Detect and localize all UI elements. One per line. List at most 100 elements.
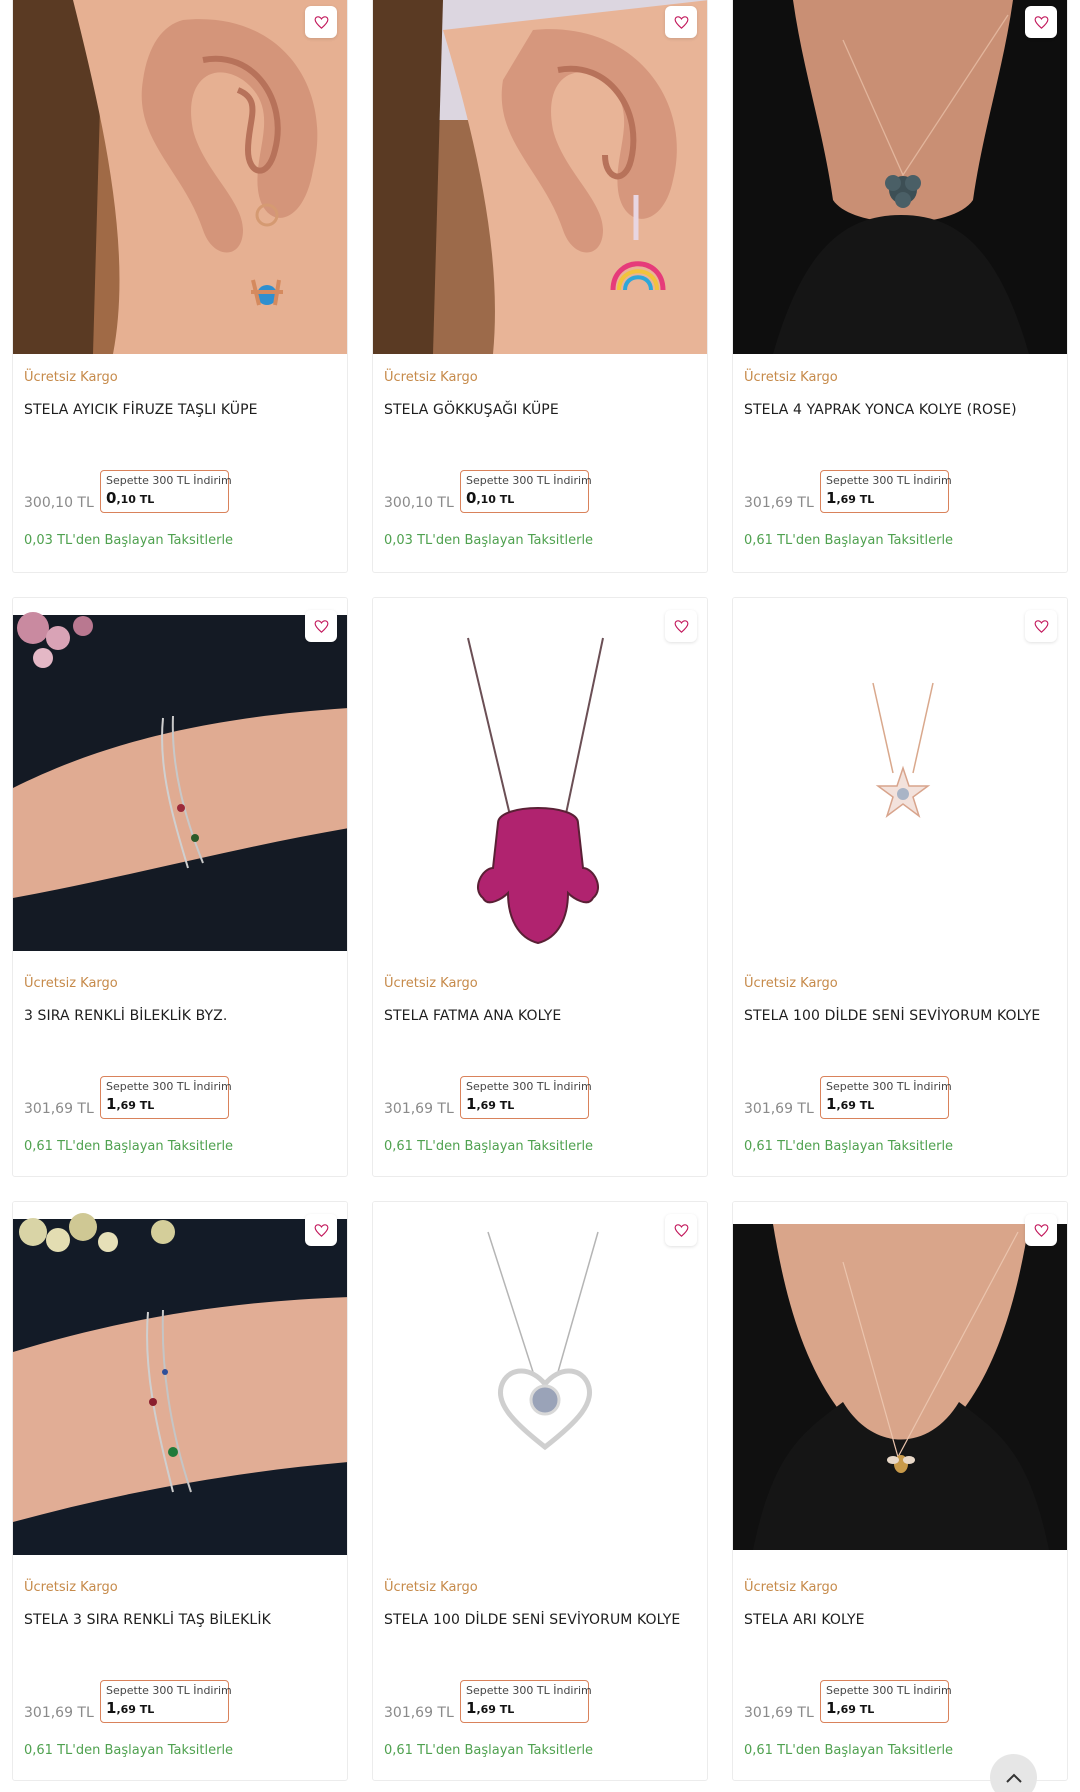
product-card[interactable]: Ücretsiz Kargo STELA FATMA ANA KOLYE 301… <box>372 597 708 1177</box>
basket-discount-badge: Sepette 300 TL İndirim 0,10 TL <box>100 470 232 513</box>
favorite-button[interactable] <box>305 610 337 642</box>
list-price: 301,69 TL <box>384 1101 454 1117</box>
basket-discount-label: Sepette 300 TL İndirim <box>106 474 232 487</box>
basket-discount-label: Sepette 300 TL İndirim <box>826 1080 952 1093</box>
favorite-button[interactable] <box>1025 1214 1057 1246</box>
basket-discount-badge: Sepette 300 TL İndirim 1,69 TL <box>460 1680 592 1723</box>
product-card[interactable]: Ücretsiz Kargo STELA ARI KOLYE 301,69 TL… <box>732 1201 1068 1781</box>
basket-price: 1,69 TL <box>466 1698 583 1720</box>
basket-price-main: 1 <box>466 1095 477 1113</box>
product-title[interactable]: STELA 100 DİLDE SENİ SEVİYORUM KOLYE <box>384 1612 696 1628</box>
basket-price-rest: ,10 TL <box>116 493 155 506</box>
product-image[interactable] <box>373 598 707 957</box>
free-shipping-label: Ücretsiz Kargo <box>384 1580 478 1595</box>
favorite-button[interactable] <box>1025 610 1057 642</box>
list-price: 301,69 TL <box>744 495 814 511</box>
basket-discount-badge: Sepette 300 TL İndirim 1,69 TL <box>100 1076 232 1119</box>
product-image[interactable] <box>373 0 707 354</box>
basket-discount-label: Sepette 300 TL İndirim <box>106 1080 232 1093</box>
product-image[interactable] <box>13 598 347 957</box>
free-shipping-label: Ücretsiz Kargo <box>744 976 838 991</box>
basket-price: 1,69 TL <box>826 488 943 510</box>
heart-outline-icon <box>314 619 328 633</box>
chevron-up-icon <box>1005 1773 1022 1783</box>
basket-price-main: 0 <box>466 489 477 507</box>
product-title[interactable]: STELA AYICIK FİRUZE TAŞLI KÜPE <box>24 402 336 418</box>
list-price: 301,69 TL <box>24 1705 94 1721</box>
product-title[interactable]: 3 SIRA RENKLİ BİLEKLİK BYZ. <box>24 1008 336 1024</box>
product-card[interactable]: Ücretsiz Kargo STELA AYICIK FİRUZE TAŞLI… <box>12 0 348 573</box>
product-image[interactable] <box>13 1202 347 1561</box>
product-card[interactable]: Ücretsiz Kargo STELA 100 DİLDE SENİ SEVİ… <box>372 1201 708 1781</box>
heart-outline-icon <box>1034 15 1048 29</box>
basket-discount-label: Sepette 300 TL İndirim <box>466 1684 592 1697</box>
list-price: 301,69 TL <box>24 1101 94 1117</box>
product-title[interactable]: STELA 100 DİLDE SENİ SEVİYORUM KOLYE <box>744 1008 1056 1024</box>
product-card[interactable]: Ücretsiz Kargo STELA GÖKKUŞAĞI KÜPE 300,… <box>372 0 708 573</box>
product-card[interactable]: Ücretsiz Kargo 3 SIRA RENKLİ BİLEKLİK BY… <box>12 597 348 1177</box>
basket-price-rest: ,69 TL <box>476 1099 515 1112</box>
basket-price-main: 0 <box>106 489 117 507</box>
basket-price: 0,10 TL <box>466 488 583 510</box>
installment-info: 0,61 TL'den Başlayan Taksitlerle <box>384 1743 594 1758</box>
heart-outline-icon <box>314 1223 328 1237</box>
basket-discount-badge: Sepette 300 TL İndirim 0,10 TL <box>460 470 592 513</box>
installment-info: 0,61 TL'den Başlayan Taksitlerle <box>24 1743 234 1758</box>
favorite-button[interactable] <box>665 6 697 38</box>
basket-discount-badge: Sepette 300 TL İndirim 1,69 TL <box>820 1076 952 1119</box>
basket-discount-badge: Sepette 300 TL İndirim 1,69 TL <box>820 470 952 513</box>
product-card[interactable]: Ücretsiz Kargo STELA 3 SIRA RENKLİ TAŞ B… <box>12 1201 348 1781</box>
product-image[interactable] <box>13 0 347 354</box>
product-title[interactable]: STELA 3 SIRA RENKLİ TAŞ BİLEKLİK <box>24 1612 336 1628</box>
product-card[interactable]: Ücretsiz Kargo STELA 100 DİLDE SENİ SEVİ… <box>732 597 1068 1177</box>
basket-price: 1,69 TL <box>826 1698 943 1720</box>
favorite-button[interactable] <box>665 1214 697 1246</box>
basket-price-main: 1 <box>106 1699 117 1717</box>
product-title[interactable]: STELA GÖKKUŞAĞI KÜPE <box>384 402 696 418</box>
product-title[interactable]: STELA ARI KOLYE <box>744 1612 1056 1628</box>
heart-outline-icon <box>1034 619 1048 633</box>
list-price: 301,69 TL <box>744 1705 814 1721</box>
basket-price-rest: ,10 TL <box>476 493 515 506</box>
product-image[interactable] <box>373 1202 707 1561</box>
basket-discount-label: Sepette 300 TL İndirim <box>826 474 952 487</box>
basket-price: 1,69 TL <box>826 1094 943 1116</box>
basket-discount-badge: Sepette 300 TL İndirim 1,69 TL <box>100 1680 232 1723</box>
favorite-button[interactable] <box>305 6 337 38</box>
basket-price-rest: ,69 TL <box>476 1703 515 1716</box>
heart-outline-icon <box>1034 1223 1048 1237</box>
basket-price: 1,69 TL <box>466 1094 583 1116</box>
free-shipping-label: Ücretsiz Kargo <box>384 370 478 385</box>
product-image[interactable] <box>733 0 1067 354</box>
basket-price-rest: ,69 TL <box>836 493 875 506</box>
heart-outline-icon <box>674 619 688 633</box>
basket-price-rest: ,69 TL <box>836 1703 875 1716</box>
product-title[interactable]: STELA 4 YAPRAK YONCA KOLYE (ROSE) <box>744 402 1056 418</box>
installment-info: 0,03 TL'den Başlayan Taksitlerle <box>24 533 234 548</box>
product-title[interactable]: STELA FATMA ANA KOLYE <box>384 1008 696 1024</box>
list-price: 300,10 TL <box>24 495 94 511</box>
basket-discount-badge: Sepette 300 TL İndirim 1,69 TL <box>820 1680 952 1723</box>
free-shipping-label: Ücretsiz Kargo <box>24 1580 118 1595</box>
free-shipping-label: Ücretsiz Kargo <box>24 976 118 991</box>
basket-price-main: 1 <box>106 1095 117 1113</box>
product-card[interactable]: Ücretsiz Kargo STELA 4 YAPRAK YONCA KOLY… <box>732 0 1068 573</box>
installment-info: 0,61 TL'den Başlayan Taksitlerle <box>384 1139 594 1154</box>
basket-price-main: 1 <box>466 1699 477 1717</box>
installment-info: 0,61 TL'den Başlayan Taksitlerle <box>744 533 954 548</box>
heart-outline-icon <box>674 1223 688 1237</box>
favorite-button[interactable] <box>1025 6 1057 38</box>
installment-info: 0,03 TL'den Başlayan Taksitlerle <box>384 533 594 548</box>
basket-price-rest: ,69 TL <box>836 1099 875 1112</box>
list-price: 300,10 TL <box>384 495 454 511</box>
favorite-button[interactable] <box>665 610 697 642</box>
free-shipping-label: Ücretsiz Kargo <box>744 370 838 385</box>
product-image[interactable] <box>733 1202 1067 1561</box>
basket-price-main: 1 <box>826 1699 837 1717</box>
product-image[interactable] <box>733 598 1067 957</box>
favorite-button[interactable] <box>305 1214 337 1246</box>
list-price: 301,69 TL <box>384 1705 454 1721</box>
basket-discount-label: Sepette 300 TL İndirim <box>106 1684 232 1697</box>
basket-price: 1,69 TL <box>106 1094 223 1116</box>
basket-price: 0,10 TL <box>106 488 223 510</box>
